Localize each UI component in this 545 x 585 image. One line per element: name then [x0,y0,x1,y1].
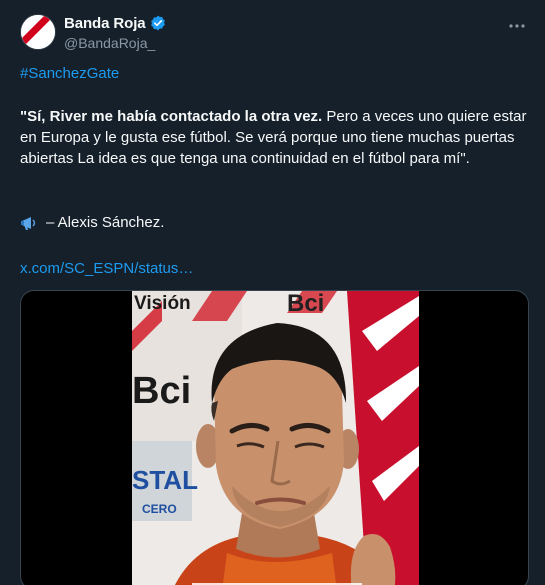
megaphone-icon [20,215,40,231]
backdrop-text-bci-mid: Bci [132,370,191,412]
video-still: Visión Bci Bci STAL CERO [132,291,419,585]
tweet-quote: "Sí, River me había contactado la otra v… [20,106,530,169]
hashtag-link[interactable]: #SanchezGate [20,65,119,82]
tweet-header: Banda Roja @BandaRoja_ [20,12,529,56]
author-display-name[interactable]: Banda Roja [64,15,146,32]
avatar[interactable] [20,14,56,50]
author-handle[interactable]: @BandaRoja_ [64,35,166,51]
author-names: Banda Roja @BandaRoja_ [64,13,166,51]
backdrop-text-beer: STAL [132,465,198,495]
backdrop-text-bci-top: Bci [287,291,324,317]
tweet: Banda Roja @BandaRoja_ #SanchezGate "Sí,… [0,0,545,585]
signature-text: – Alexis Sánchez. [46,214,165,231]
video-media[interactable]: Visión Bci Bci STAL CERO [20,290,529,585]
verified-badge-icon [150,15,166,31]
tweet-signature: – Alexis Sánchez. [20,214,164,231]
video-frame[interactable]: Visión Bci Bci STAL CERO [132,291,419,585]
backdrop-text-vision: Visión [134,293,191,314]
more-options-icon[interactable] [507,16,527,36]
backdrop-text-beer-sub: CERO [142,502,177,516]
external-link[interactable]: x.com/SC_ESPN/status… [20,260,193,277]
quote-bold-text: "Sí, River me había contactado la otra v… [20,108,323,125]
